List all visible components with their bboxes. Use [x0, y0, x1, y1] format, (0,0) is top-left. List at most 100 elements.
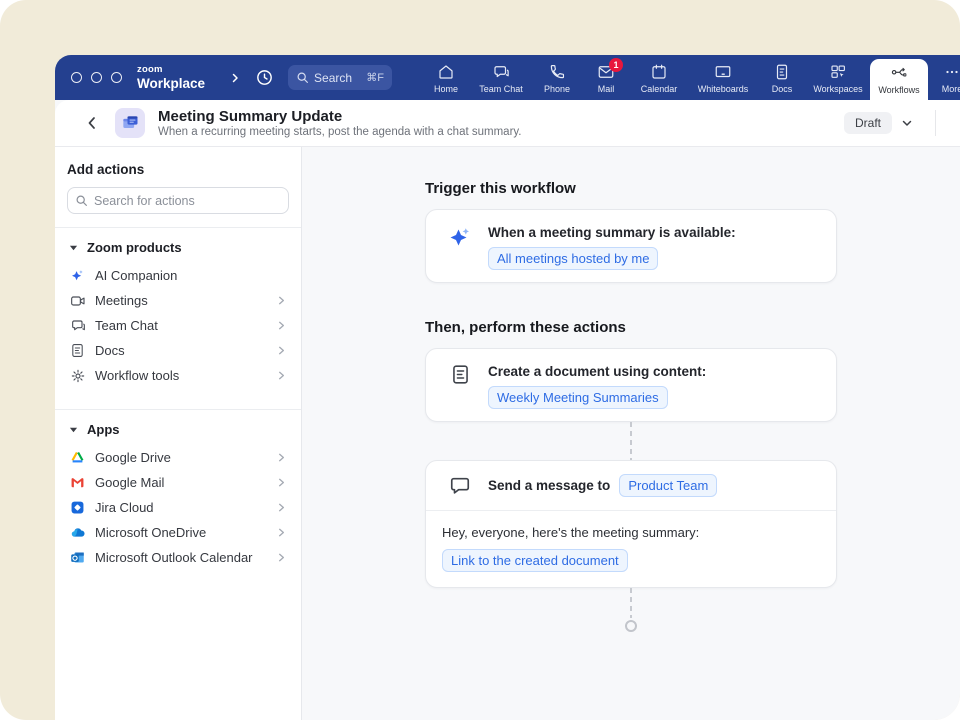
- navbar-items: Home Team Chat Phone 1 Mail: [422, 55, 960, 100]
- end-node-circle[interactable]: [625, 620, 637, 632]
- mail-badge: 1: [609, 58, 623, 72]
- onedrive-icon: [69, 525, 86, 541]
- mail-icon: 1: [597, 63, 615, 81]
- google-mail-icon: [69, 475, 86, 490]
- sidebar-title: Add actions: [67, 162, 289, 177]
- nav-item-home[interactable]: Home: [422, 55, 470, 100]
- add-actions-sidebar: Add actions Zoom products AI Companion: [55, 147, 302, 720]
- window-controls[interactable]: [71, 72, 122, 83]
- global-search-button[interactable]: Search ⌘F: [288, 65, 392, 90]
- nav-item-workspaces[interactable]: Workspaces: [806, 55, 870, 100]
- docs-icon: [773, 63, 791, 81]
- chevron-right-icon: [276, 552, 287, 563]
- action-chip[interactable]: Weekly Meeting Summaries: [488, 386, 668, 409]
- history-icon[interactable]: [255, 68, 274, 87]
- phone-icon: [548, 63, 566, 81]
- chevron-right-icon: [276, 370, 287, 381]
- sidebar-item-workflow-tools[interactable]: Workflow tools: [67, 363, 289, 388]
- sidebar-item-microsoft-outlook-calendar[interactable]: Microsoft Outlook Calendar: [67, 545, 289, 570]
- header-right: Draft: [844, 110, 960, 136]
- search-placeholder: Search: [314, 71, 366, 85]
- window-dot[interactable]: [71, 72, 82, 83]
- back-button[interactable]: [85, 116, 99, 130]
- zoom-products-items: AI Companion Meetings Team Chat D: [67, 263, 289, 396]
- sidebar-item-team-chat[interactable]: Team Chat: [67, 313, 289, 338]
- ai-companion-icon: [69, 268, 86, 283]
- trigger-heading: Trigger this workflow: [425, 180, 837, 197]
- action-card-send-message[interactable]: Send a message to Product Team Hey, ever…: [425, 460, 837, 588]
- search-shortcut: ⌘F: [366, 71, 384, 84]
- trigger-card[interactable]: When a meeting summary is available: All…: [425, 209, 837, 283]
- nav-item-whiteboards[interactable]: Whiteboards: [688, 55, 758, 100]
- actions-search: [67, 187, 289, 214]
- message-text: Hey, everyone, here's the meeting summar…: [442, 524, 820, 541]
- chevron-right-icon: [276, 345, 287, 356]
- ai-sparkle-icon: [448, 224, 472, 270]
- nav-item-workflows[interactable]: Workflows: [870, 59, 928, 100]
- nav-item-docs[interactable]: Docs: [758, 55, 806, 100]
- sidebar-item-jira-cloud[interactable]: Jira Cloud: [67, 495, 289, 520]
- nav-item-mail[interactable]: 1 Mail: [582, 55, 630, 100]
- connector-line: [630, 422, 632, 460]
- docs-icon: [69, 343, 86, 358]
- action-card-create-document[interactable]: Create a document using content: Weekly …: [425, 348, 837, 422]
- sidebar-item-meetings[interactable]: Meetings: [67, 288, 289, 313]
- chevron-right-icon: [276, 477, 287, 488]
- workflow-titles: Meeting Summary Update When a recurring …: [158, 108, 522, 139]
- workflow-header: Meeting Summary Update When a recurring …: [55, 100, 960, 147]
- nav-item-team-chat[interactable]: Team Chat: [470, 55, 532, 100]
- search-icon: [296, 71, 309, 84]
- window-dot[interactable]: [111, 72, 122, 83]
- apps-items: Google Drive Google Mail Jira Cloud: [67, 445, 289, 578]
- sidebar-item-docs[interactable]: Docs: [67, 338, 289, 363]
- message-bubble-icon: [448, 474, 472, 497]
- nav-item-phone[interactable]: Phone: [532, 55, 582, 100]
- search-actions-input[interactable]: [67, 187, 289, 214]
- section-apps[interactable]: Apps: [67, 410, 289, 445]
- calendar-icon: [650, 63, 668, 81]
- document-link-chip[interactable]: Link to the created document: [442, 549, 628, 572]
- workflows-icon: [890, 64, 908, 82]
- gear-icon: [69, 368, 86, 384]
- workflow-thumbnail-icon: [115, 108, 145, 138]
- sidebar-item-ai-companion[interactable]: AI Companion: [67, 263, 289, 288]
- home-icon: [437, 63, 455, 81]
- sidebar-item-google-mail[interactable]: Google Mail: [67, 470, 289, 495]
- more-icon: [943, 63, 960, 81]
- action-title: Create a document using content:: [488, 363, 706, 380]
- chevron-down-icon[interactable]: [901, 117, 913, 129]
- recipient-chip[interactable]: Product Team: [619, 474, 717, 497]
- trigger-chip[interactable]: All meetings hosted by me: [488, 247, 658, 270]
- logo-workplace: Workplace: [137, 77, 205, 91]
- nav-item-calendar[interactable]: Calendar: [630, 55, 688, 100]
- page-subtitle: When a recurring meeting starts, post th…: [158, 125, 522, 139]
- sidebar-item-google-drive[interactable]: Google Drive: [67, 445, 289, 470]
- sidebar-item-microsoft-onedrive[interactable]: Microsoft OneDrive: [67, 520, 289, 545]
- action-title: Send a message to: [488, 477, 610, 494]
- caret-down-icon: [69, 243, 78, 252]
- body: Add actions Zoom products AI Companion: [55, 147, 960, 720]
- chevron-right-icon[interactable]: [229, 72, 241, 84]
- actions-heading: Then, perform these actions: [425, 319, 837, 336]
- search-icon: [75, 194, 88, 207]
- chevron-right-icon: [276, 452, 287, 463]
- section-zoom-products[interactable]: Zoom products: [67, 228, 289, 263]
- chevron-right-icon: [276, 320, 287, 331]
- team-chat-icon: [69, 318, 86, 334]
- google-drive-icon: [69, 450, 86, 465]
- status-badge[interactable]: Draft: [844, 112, 892, 134]
- chevron-right-icon: [276, 527, 287, 538]
- whiteboard-icon: [714, 63, 732, 81]
- header-divider: [935, 110, 936, 136]
- document-icon: [448, 363, 472, 409]
- workspaces-icon: [829, 63, 847, 81]
- nav-item-more[interactable]: More: [928, 55, 960, 100]
- window-dot[interactable]: [91, 72, 102, 83]
- outlook-calendar-icon: [69, 550, 86, 565]
- zoom-workplace-window: zoom Workplace Search ⌘F Home: [55, 55, 960, 720]
- logo-zoom: zoom: [137, 65, 205, 75]
- trigger-title: When a meeting summary is available:: [488, 224, 736, 241]
- top-navbar: zoom Workplace Search ⌘F Home: [55, 55, 960, 100]
- page-title: Meeting Summary Update: [158, 108, 522, 125]
- workflow-canvas: Trigger this workflow When a meeting sum…: [302, 147, 960, 720]
